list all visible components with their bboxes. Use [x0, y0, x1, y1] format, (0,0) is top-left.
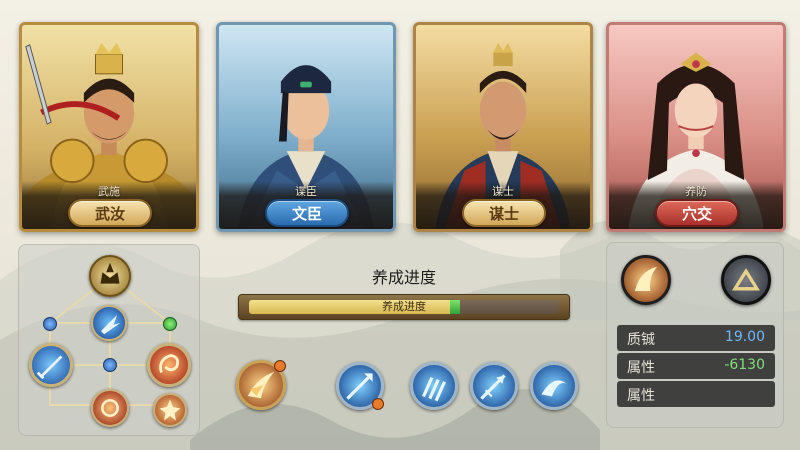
progress-track: 养成进度: [249, 300, 559, 314]
stat-row: 属性: [617, 381, 775, 407]
stat-row: 属性 -6130: [617, 353, 775, 379]
fire-ring-icon[interactable]: [91, 389, 129, 427]
character-button-wujiang[interactable]: 武汝: [68, 199, 152, 227]
progress-bar-label: 养成进度: [382, 300, 426, 313]
crown-emblem-icon[interactable]: [721, 255, 771, 305]
character-button-wenchen[interactable]: 文臣: [265, 199, 349, 227]
fire-swirl-icon[interactable]: [147, 343, 191, 387]
blue-node-left[interactable]: [43, 317, 57, 331]
progress-title: 养成进度: [371, 268, 436, 287]
blue-slash-icon[interactable]: [91, 305, 127, 341]
blue-wind-icon[interactable]: [530, 362, 578, 410]
fire-burst-icon[interactable]: [153, 393, 187, 427]
stat-label: 属性: [627, 388, 655, 404]
character-role-label: 谋士: [492, 185, 514, 198]
fire-slash-badge: [274, 360, 286, 372]
skill-tree-panel: [18, 244, 200, 436]
character-card-waijiao[interactable]: 养防 穴交: [606, 22, 786, 232]
crown-emblem-icon[interactable]: [89, 255, 131, 297]
blue-claw-icon[interactable]: [410, 362, 458, 410]
green-node-right[interactable]: [163, 317, 177, 331]
character-button-waijiao[interactable]: 穴交: [655, 199, 739, 227]
blue-spear-icon[interactable]: [470, 362, 518, 410]
character-role-label: 养防: [685, 185, 707, 198]
character-role-label: 谍臣: [295, 185, 317, 198]
stat-row: 质铖 19.00: [617, 325, 775, 351]
stat-label: 属性: [627, 360, 655, 376]
progress-bar-frame: 养成进度: [238, 294, 570, 320]
stat-value: 19.00: [724, 329, 765, 345]
character-button-moushi[interactable]: 谋士: [462, 199, 546, 227]
stats-panel: 质铖 19.00 属性 -6130 属性: [606, 242, 784, 428]
character-card-wenchen[interactable]: 谍臣 文臣: [216, 22, 396, 232]
stat-label: 质铖: [627, 332, 655, 348]
fire-flame-icon[interactable]: [621, 255, 671, 305]
blue-arrow-badge: [372, 398, 384, 410]
character-card-moushi[interactable]: 谋士 谋士: [413, 22, 593, 232]
sword-icon[interactable]: [29, 343, 73, 387]
stat-value: -6130: [724, 357, 765, 373]
blue-node-mid[interactable]: [103, 358, 117, 372]
character-role-label: 武施: [98, 185, 120, 198]
progress-panel: 养成进度 养成进度: [218, 252, 590, 326]
character-card-wujiang[interactable]: 武施 武汝: [19, 22, 199, 232]
